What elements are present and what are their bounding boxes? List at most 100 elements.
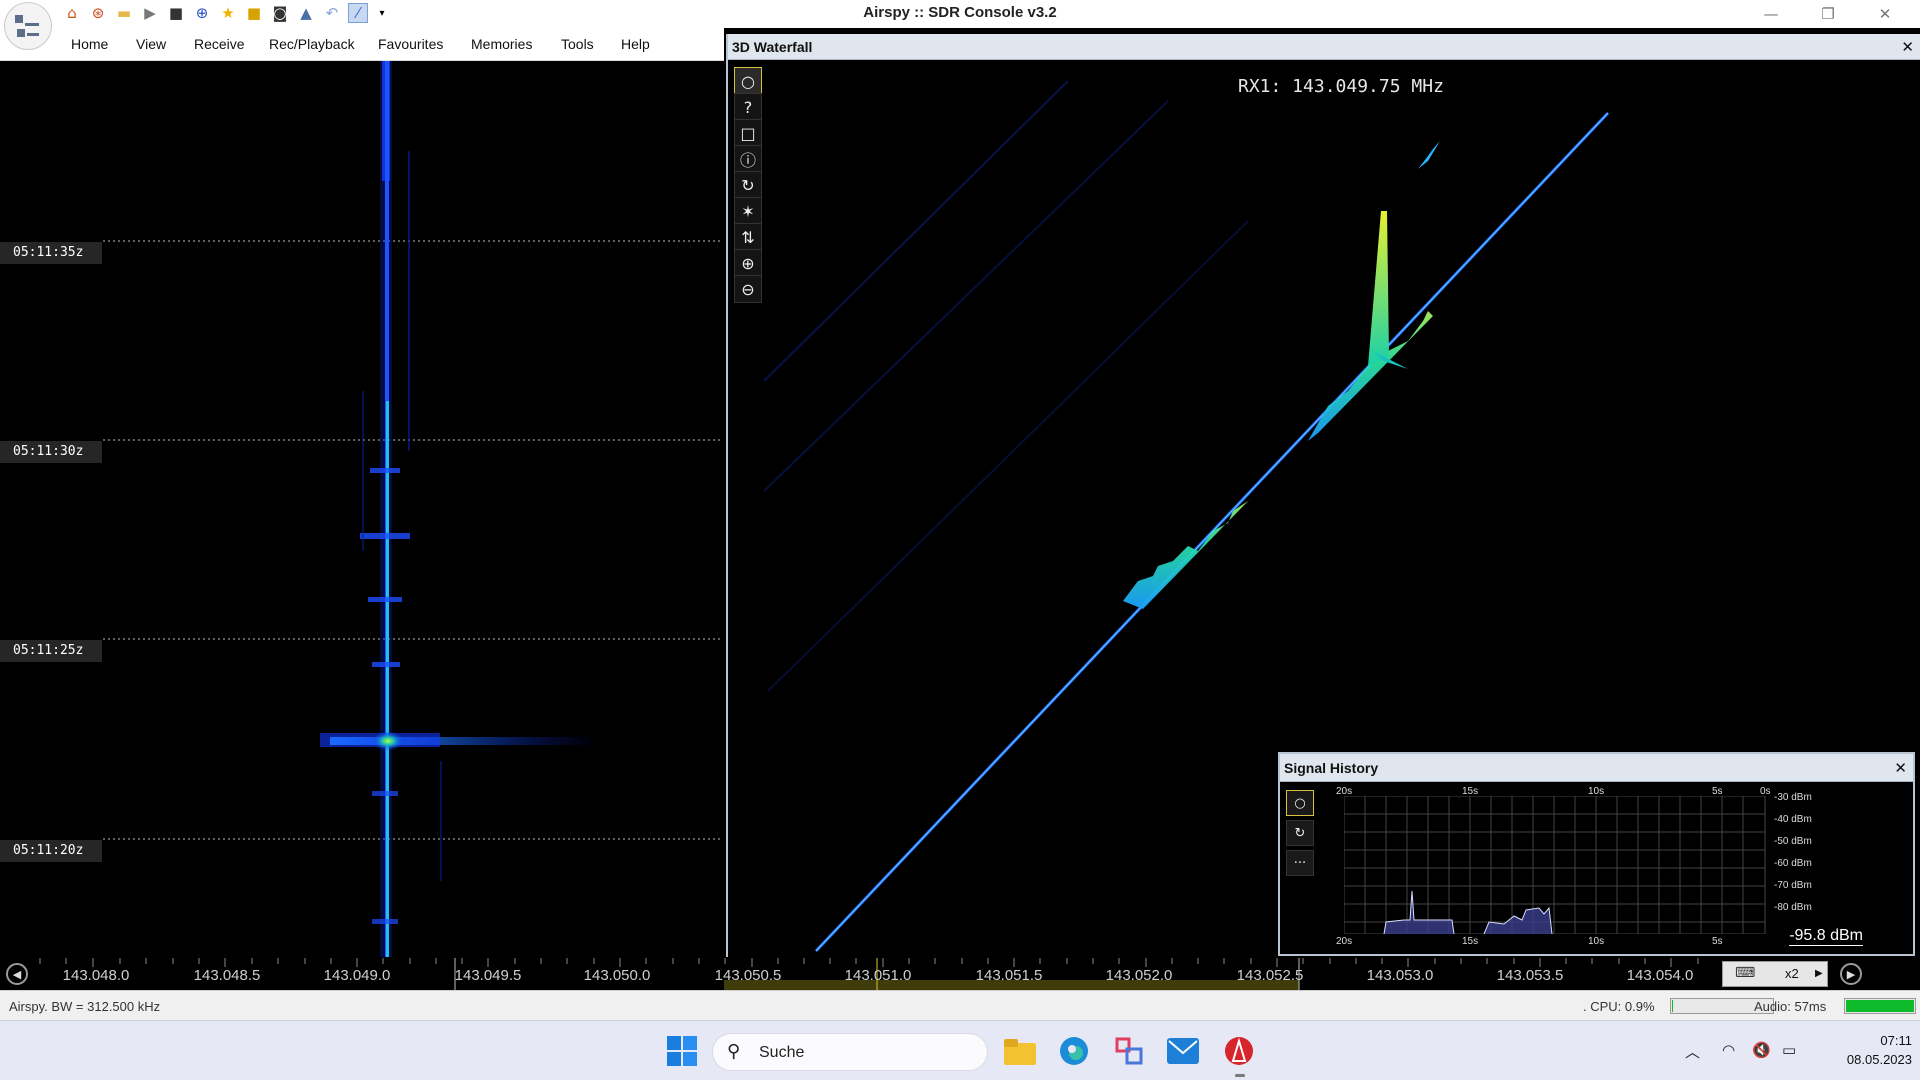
zoom-next-icon[interactable]: ▶ — [1815, 968, 1823, 979]
signal-history-header: Signal History ✕ — [1280, 754, 1913, 782]
snipping-tool-icon[interactable] — [1109, 1031, 1149, 1071]
freq-label: 143.054.0 — [1626, 967, 1694, 984]
square-icon[interactable]: □ — [734, 119, 762, 147]
signal-history-graph — [1344, 796, 1766, 934]
active-app-indicator — [1235, 1074, 1245, 1077]
audio-meter — [1844, 998, 1916, 1014]
waterfall-2d[interactable]: 05:11:35z 05:11:30z 05:11:25z 05:11:20z — [0, 61, 722, 957]
chart-icon[interactable]: ⁄ — [348, 3, 368, 23]
sh-time-label: 10s — [1588, 786, 1605, 797]
search-placeholder: Suche — [759, 1044, 805, 1061]
timestamp-3: 05:11:25z — [0, 640, 102, 662]
signal-history-close-icon[interactable]: ✕ — [1894, 759, 1907, 777]
sh-more-icon[interactable]: ··· — [1286, 850, 1314, 876]
audio-meter-fill — [1846, 1000, 1914, 1012]
rotate-icon[interactable]: ↻ — [734, 171, 762, 199]
menu-receive[interactable]: Receive — [194, 36, 245, 52]
file-explorer-icon[interactable] — [1000, 1031, 1040, 1071]
menu-tools[interactable]: Tools — [561, 36, 594, 52]
menu-home[interactable]: Home — [71, 36, 108, 52]
minimize-icon[interactable]: — — [1748, 0, 1794, 28]
sh-bottom-time-label: 15s — [1462, 936, 1479, 947]
waterfall-3d-title: 3D Waterfall — [732, 39, 813, 55]
edge-browser-icon[interactable] — [1054, 1031, 1094, 1071]
sdr-console-icon[interactable] — [1219, 1031, 1259, 1071]
mail-icon[interactable] — [1163, 1031, 1203, 1071]
sh-db-label: -80 dBm — [1774, 902, 1812, 913]
asterisk-icon[interactable]: ✶ — [734, 197, 762, 225]
sh-db-label: -70 dBm — [1774, 880, 1812, 891]
freq-label: 143.053.5 — [1496, 967, 1564, 984]
clock-date: 08.05.2023 — [1846, 1052, 1912, 1067]
sh-db-label: -40 dBm — [1774, 814, 1812, 825]
menu-favourites[interactable]: Favourites — [378, 36, 443, 52]
restore-icon[interactable]: ❐ — [1805, 0, 1851, 28]
waterfall-3d-close-icon[interactable]: ✕ — [1901, 38, 1914, 56]
freq-label: 143.050.5 — [714, 967, 782, 984]
freq-label: 143.053.0 — [1366, 967, 1434, 984]
close-icon[interactable]: ✕ — [1862, 0, 1908, 28]
stop-icon[interactable]: ■ — [166, 3, 186, 23]
taskbar: ⚲ Suche ︿ ◠ 🔇 ▭ 07:11 08.05.2023 — [0, 1020, 1920, 1080]
menu-help[interactable]: Help — [621, 36, 650, 52]
rx-frequency-readout: RX1: 143.049.75 MHz — [1238, 76, 1444, 97]
lifebuoy-icon[interactable]: ⊛ — [88, 3, 108, 23]
frequency-scale[interactable]: ◀ 143.048.0 143.048.5 143.049.0 143.049.… — [0, 958, 1920, 990]
scroll-left-icon[interactable]: ◀ — [6, 963, 28, 985]
taskbar-search[interactable]: ⚲ Suche — [712, 1033, 988, 1071]
status-bar: Airspy. BW = 312.500 kHz . CPU: 0.9% Aud… — [0, 990, 1920, 1020]
keyboard-icon[interactable]: ⌨ — [1735, 965, 1755, 981]
tray-overflow-icon[interactable]: ︿ — [1685, 1041, 1700, 1062]
status-bandwidth: Airspy. BW = 312.500 kHz — [9, 999, 161, 1014]
volume-muted-icon[interactable]: 🔇 — [1752, 1041, 1771, 1059]
freq-label: 143.052.0 — [1105, 967, 1173, 984]
start-button[interactable] — [662, 1031, 702, 1071]
battery-icon[interactable]: ▭ — [1782, 1041, 1796, 1059]
menu-memories[interactable]: Memories — [471, 36, 532, 52]
circle-icon[interactable]: ○ — [734, 67, 762, 95]
updown-icon[interactable]: ⇅ — [734, 223, 762, 251]
add-icon[interactable]: ⊕ — [192, 3, 212, 23]
play-icon[interactable]: ▶ — [140, 3, 160, 23]
app-logo-button[interactable] — [4, 2, 52, 50]
sh-circle-icon[interactable]: ○ — [1286, 790, 1314, 816]
freq-label: 143.051.0 — [844, 967, 912, 984]
folder-icon[interactable]: ▬ — [114, 3, 134, 23]
sh-bottom-time-label: 5s — [1712, 936, 1723, 947]
menu-rec-playback[interactable]: Rec/Playback — [269, 36, 355, 52]
search-icon: ⚲ — [727, 1041, 741, 1062]
info-icon[interactable]: ⓘ — [734, 145, 762, 173]
timestamp-2: 05:11:30z — [0, 441, 102, 463]
wifi-icon[interactable]: ◠ — [1722, 1041, 1735, 1059]
scroll-right-icon[interactable]: ▶ — [1840, 963, 1862, 985]
antenna-icon[interactable]: ▲ — [296, 3, 316, 23]
menu-bar: Home View Receive Rec/Playback Favourite… — [0, 28, 724, 61]
status-audio: Audio: 57ms — [1754, 999, 1827, 1014]
status-cpu: . CPU: 0.9% — [1583, 999, 1655, 1014]
zoom-level[interactable]: x2 — [1785, 966, 1799, 981]
freq-label: 143.048.0 — [62, 967, 130, 984]
freq-label: 143.052.5 — [1236, 967, 1304, 984]
zoom-in-icon[interactable]: ⊕ — [734, 249, 762, 277]
help-icon[interactable]: ? — [734, 93, 762, 121]
zoom-out-icon[interactable]: ⊖ — [734, 275, 762, 303]
sh-refresh-icon[interactable]: ↻ — [1286, 820, 1314, 846]
taskbar-clock[interactable]: 07:11 08.05.2023 — [1812, 1031, 1912, 1069]
sh-time-label: 5s — [1712, 786, 1723, 797]
sh-db-label: -30 dBm — [1774, 792, 1812, 803]
sh-db-label: -50 dBm — [1774, 836, 1812, 847]
sh-time-label: 20s — [1336, 786, 1353, 797]
signal-history-panel: Signal History ✕ ○ ↻ ··· 20s 15s 10s 5s … — [1278, 752, 1915, 956]
lock-icon[interactable]: ■ — [244, 3, 264, 23]
sh-time-label: 15s — [1462, 786, 1479, 797]
menu-view[interactable]: View — [136, 36, 166, 52]
undo-icon[interactable]: ↶ — [322, 3, 342, 23]
sh-time-label: 0s — [1760, 786, 1771, 797]
freq-label: 143.051.5 — [975, 967, 1043, 984]
dropdown-icon[interactable]: ▾ — [372, 3, 392, 23]
camera-icon[interactable]: ◙ — [270, 3, 290, 23]
waterfall-image — [103, 61, 722, 957]
star-icon[interactable]: ★ — [218, 3, 238, 23]
home-icon[interactable]: ⌂ — [62, 3, 82, 23]
signal-history-title: Signal History — [1284, 760, 1379, 776]
